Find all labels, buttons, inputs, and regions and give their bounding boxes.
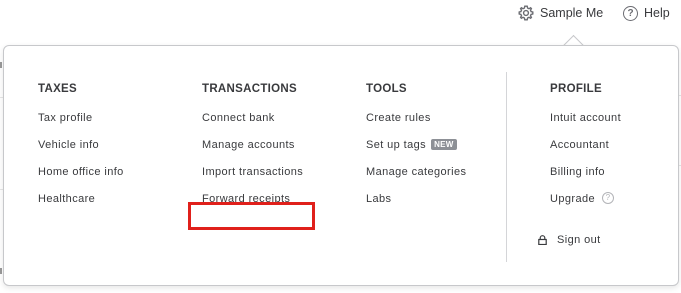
background-mark — [0, 268, 2, 274]
user-name: Sample Me — [540, 6, 604, 20]
menu-item-connect-bank[interactable]: Connect bank — [202, 111, 303, 125]
menu-item-upgrade[interactable]: Upgrade? — [550, 192, 621, 206]
menu-item-vehicle-info[interactable]: Vehicle info — [38, 138, 124, 152]
menu-item-create-rules[interactable]: Create rules — [366, 111, 466, 125]
background-mark — [0, 62, 2, 68]
help-button[interactable]: ? Help — [623, 5, 670, 21]
new-badge: NEW — [431, 138, 457, 150]
question-circle-icon[interactable]: ? — [602, 192, 614, 205]
menu-column-profile: PROFILE Intuit account Accountant Billin… — [550, 82, 621, 219]
menu-item-import-transactions[interactable]: Import transactions — [202, 165, 303, 179]
sign-out-label: Sign out — [557, 234, 601, 246]
sign-out-button[interactable]: Sign out — [538, 234, 601, 246]
column-divider — [506, 72, 507, 262]
menu-item-set-up-tags-label: Set up tags — [366, 139, 427, 151]
menu-item-set-up-tags[interactable]: Set up tags NEW — [366, 138, 466, 152]
menu-heading-transactions: TRANSACTIONS — [202, 83, 297, 95]
gear-icon — [518, 5, 534, 21]
help-label: Help — [644, 6, 670, 20]
user-menu-button[interactable]: Sample Me — [518, 5, 603, 21]
menu-column-transactions: TRANSACTIONS Connect bank Manage account… — [202, 82, 303, 219]
menu-item-forward-receipts[interactable]: Forward receipts — [202, 192, 303, 206]
help-circle-icon: ? — [623, 5, 638, 21]
menu-item-billing-info[interactable]: Billing info — [550, 165, 621, 179]
menu-item-manage-accounts[interactable]: Manage accounts — [202, 138, 303, 152]
menu-item-labs[interactable]: Labs — [366, 192, 466, 206]
menu-item-upgrade-label: Upgrade — [550, 193, 595, 205]
account-dropdown-menu: TAXES Tax profile Vehicle info Home offi… — [3, 45, 679, 286]
menu-item-healthcare[interactable]: Healthcare — [38, 192, 124, 206]
menu-item-home-office-info[interactable]: Home office info — [38, 165, 124, 179]
menu-column-tools: TOOLS Create rules Set up tags NEW Manage… — [366, 82, 466, 219]
menu-item-accountant[interactable]: Accountant — [550, 138, 621, 152]
menu-heading-profile: PROFILE — [550, 83, 602, 95]
menu-item-manage-categories[interactable]: Manage categories — [366, 165, 466, 179]
top-bar: Sample Me ? Help — [0, 0, 681, 28]
lock-icon — [538, 235, 547, 245]
menu-item-tax-profile[interactable]: Tax profile — [38, 111, 124, 125]
menu-heading-tools: TOOLS — [366, 83, 407, 95]
menu-column-taxes: TAXES Tax profile Vehicle info Home offi… — [38, 82, 124, 219]
menu-heading-taxes: TAXES — [38, 83, 77, 95]
menu-item-intuit-account[interactable]: Intuit account — [550, 111, 621, 125]
